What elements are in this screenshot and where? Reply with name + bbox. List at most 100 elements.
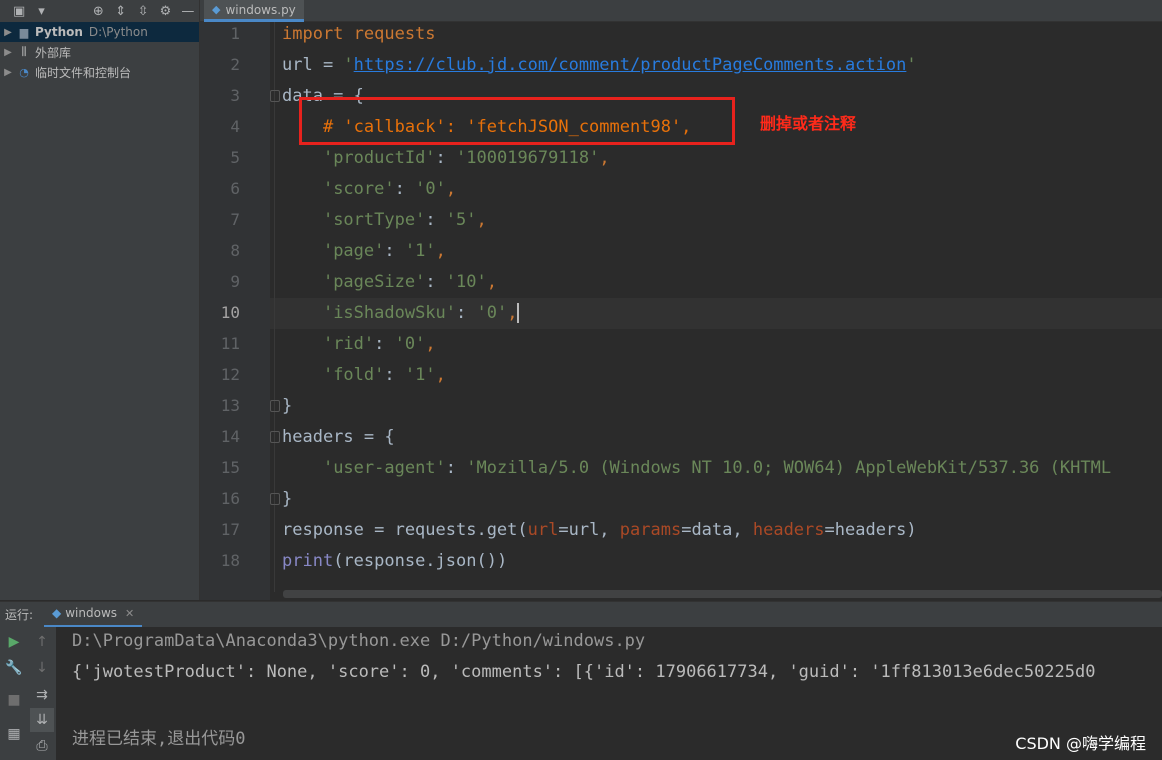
code-token: '5' [445,209,477,230]
soft-wrap-icon[interactable]: ⇉ [30,683,54,707]
code-token: 'isShadowSku' [322,302,457,323]
code-line: import requests [282,22,436,50]
code-token: 'Mozilla/5.0 (Windows NT 10.0; WOW64) Ap… [466,457,1112,478]
line-number: 1 [230,24,240,43]
print-icon[interactable]: ⎙ [30,734,54,758]
code-line: 'sortType': '5', [282,205,487,236]
code-line: } [282,484,292,515]
code-token: } [282,395,293,416]
scratches-icon: ◔ [19,65,29,79]
rerun-icon[interactable]: ▶ [2,630,26,654]
arrow-up-icon[interactable]: ↑ [30,630,54,654]
fold-marker-icon[interactable] [270,493,280,505]
tree-item-root[interactable]: ▶ ▆ Python D:\Python [0,22,199,42]
code-token: , [435,364,446,385]
tab-windows-py[interactable]: ◆ windows.py [204,0,304,22]
layout-icon[interactable]: ▦ [2,722,26,746]
code-token: import requests [282,23,436,44]
code-token: (response.json()) [333,550,508,571]
tree-item-scratches[interactable]: ▶ ◔ 临时文件和控制台 [0,62,199,82]
root-label: Python [35,25,83,39]
code-token: headers = { [282,426,395,447]
fold-marker-icon[interactable] [270,431,280,443]
run-tab-windows[interactable]: ◆ windows ✕ [44,602,143,628]
tree-item-external-libraries[interactable]: ▶ ⫼ 外部库 [0,42,199,62]
code-token: , [476,209,487,230]
run-panel-header: 运行: ◆ windows ✕ [0,601,1162,628]
code-token: =url, [558,519,620,540]
fold-marker-icon[interactable] [270,400,280,412]
line-number: 8 [230,241,240,260]
collapse-all-icon[interactable]: ⇳ [132,0,154,22]
python-icon: ◆ [52,606,62,620]
code-token: 'sortType' [322,209,426,230]
line-number: 17 [220,520,240,539]
minimize-icon[interactable]: — [177,0,199,22]
run-toolbar: ▶ ↑ 🔧 ↓ ■ ⇉ ⇊ ▦ ⎙ [0,627,56,760]
code-token: https://club.jd.com/comment/productPageC… [353,54,907,75]
code-token: , [425,333,436,354]
expand-all-icon[interactable]: ⇕ [110,0,132,22]
code-token: : [445,457,467,478]
scroll-to-end-icon[interactable]: ⇊ [30,708,54,732]
chevron-right-icon[interactable]: ▶ [0,47,16,58]
line-number: 14 [220,427,240,446]
code-token: : [456,302,477,323]
chevron-right-icon[interactable]: ▶ [0,27,16,38]
project-view-menu-icon[interactable]: ▾ [30,0,52,22]
watermark: CSDN @嗨学编程 [1015,734,1146,753]
code-line: 'score': '0', [282,174,456,205]
code-token: , [486,271,497,292]
stop-icon[interactable]: ■ [2,688,26,712]
code-token: , [435,240,446,261]
line-number: 7 [230,210,240,229]
code-line: headers = { [282,422,395,453]
close-icon[interactable]: ✕ [125,607,134,620]
code-token: ' [906,54,917,75]
code-token: : [435,147,457,168]
code-token: '100019679118' [456,147,600,168]
fold-marker-icon[interactable] [270,90,280,102]
code-token: 'productId' [322,147,436,168]
line-number: 5 [230,148,240,167]
code-token: =headers) [824,519,917,540]
tree-item-label: 临时文件和控制台 [35,65,132,80]
gear-icon[interactable]: ⚙ [154,0,176,22]
code-token: ' [343,54,354,75]
project-view-icon[interactable]: ▣ [8,0,30,22]
code-token: : [384,364,405,385]
line-number-gutter: 1 2 3 4 5 6 7 8 9 10 11 12 13 14 15 16 17 18 [200,22,270,600]
line-number: 4 [230,117,240,136]
horizontal-scrollbar[interactable] [283,590,1162,598]
code-token: headers [752,519,825,540]
code-line: 'rid': '0', [282,329,436,360]
code-token: 'user-agent' [322,457,446,478]
console-line: 进程已结束,退出代码0 [72,729,246,749]
arrow-down-icon[interactable]: ↓ [30,656,54,680]
chevron-right-icon[interactable]: ▶ [0,67,16,78]
annotation-label: 删掉或者注释 [760,114,857,133]
code-token: : [394,178,416,199]
code-token: , [599,147,610,168]
console-output[interactable]: D:\ProgramData\Anaconda3\python.exe D:/P… [56,627,1162,760]
code-line: 'fold': '1', [282,360,446,391]
code-token: 'score' [322,178,395,199]
locate-icon[interactable]: ⊕ [87,0,109,22]
line-number: 2 [230,55,240,74]
code-token: url = [282,54,344,75]
code-token: 'fold' [322,364,385,385]
wrench-icon[interactable]: 🔧 [2,656,26,680]
code-line: 'page': '1', [282,236,446,267]
tree-item-label: 外部库 [35,45,72,60]
code-token: , [445,178,457,199]
indent-guide [274,22,275,592]
code-line: 'productId': '100019679118', [282,143,610,174]
